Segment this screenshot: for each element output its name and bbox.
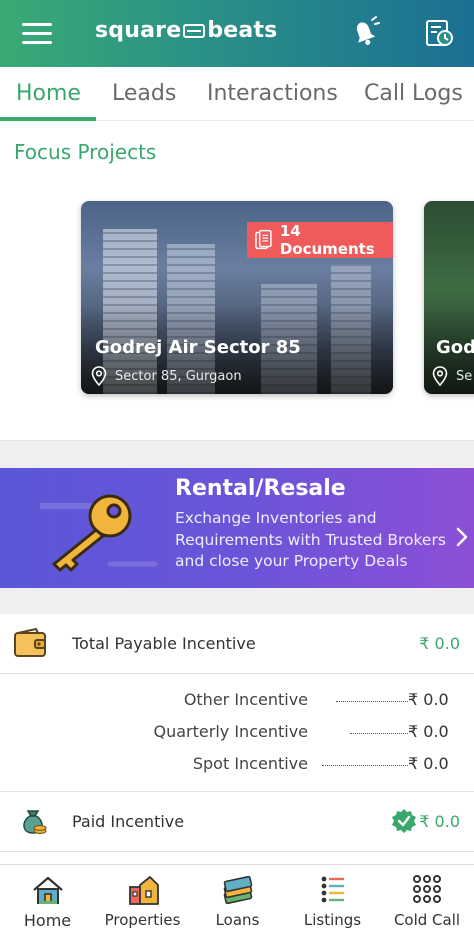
menu-icon[interactable] xyxy=(22,23,52,45)
logo-text-right: beats xyxy=(207,18,278,43)
incentive-value: ₹ 0.0 xyxy=(408,754,449,773)
project-location-text: Sector 85, Gurgaon xyxy=(115,368,242,384)
paid-incentive-value: ₹ 0.0 xyxy=(419,812,460,831)
wallet-icon xyxy=(14,628,46,657)
history-clock-icon[interactable] xyxy=(421,14,457,50)
tab-bar: Home Leads Interactions Call Logs xyxy=(0,67,474,121)
nav-label: Loans xyxy=(215,911,260,929)
paid-incentive-row[interactable]: Paid Incentive ₹ 0.0 xyxy=(0,792,474,852)
nav-properties[interactable]: Properties xyxy=(95,865,190,948)
incentive-row-other: Other Incentive ₹ 0.0 xyxy=(0,690,474,714)
banner-description: Exchange Inventories and Requirements wi… xyxy=(175,509,446,570)
tab-home[interactable]: Home xyxy=(16,81,81,106)
bottom-navigation: Home Properties Loans Listings Cold Call xyxy=(0,864,474,948)
chevron-right-icon[interactable] xyxy=(455,526,469,548)
nav-cold-call[interactable]: Cold Call xyxy=(380,865,474,948)
incentive-breakdown: Other Incentive ₹ 0.0 Quarterly Incentiv… xyxy=(0,674,474,792)
total-payable-incentive-row[interactable]: Total Payable Incentive ₹ 0.0 xyxy=(0,614,474,674)
tab-leads[interactable]: Leads xyxy=(112,81,176,106)
project-name: Godrej Air Sector 85 xyxy=(95,337,301,358)
nav-listings[interactable]: Listings xyxy=(285,865,380,948)
tab-call-logs[interactable]: Call Logs xyxy=(364,81,463,106)
incentive-label: Quarterly Incentive xyxy=(153,722,308,741)
incentive-value: ₹ 0.0 xyxy=(408,722,449,741)
banner-title: Rental/Resale xyxy=(175,476,346,501)
money-bag-icon xyxy=(23,810,47,835)
total-payable-incentive-value: ₹ 0.0 xyxy=(419,634,460,653)
documents-badge[interactable]: 14 Documents xyxy=(247,222,393,258)
incentive-label: Spot Incentive xyxy=(192,754,308,773)
location-pin-icon xyxy=(91,366,107,386)
properties-icon xyxy=(128,876,159,905)
project-name: God xyxy=(436,337,474,358)
location-pin-icon xyxy=(432,366,448,386)
section-title-focus-projects: Focus Projects xyxy=(14,140,157,164)
list-icon xyxy=(321,876,344,903)
house-icon xyxy=(32,876,63,904)
tab-interactions[interactable]: Interactions xyxy=(207,81,338,106)
project-card[interactable]: 14 Documents Godrej Air Sector 85 Sector… xyxy=(81,201,393,394)
notification-bell-icon[interactable] xyxy=(346,14,382,50)
project-card[interactable]: God Se xyxy=(424,201,474,394)
paid-incentive-label: Paid Incentive xyxy=(72,812,185,831)
incentive-value: ₹ 0.0 xyxy=(408,690,449,709)
total-payable-incentive-label: Total Payable Incentive xyxy=(72,634,256,653)
incentive-row-spot: Spot Incentive ₹ 0.0 xyxy=(0,754,474,778)
app-header: square beats xyxy=(0,0,474,67)
verified-check-icon xyxy=(392,809,416,833)
nav-home[interactable]: Home xyxy=(0,865,95,948)
documents-count: 14 Documents xyxy=(279,222,375,258)
active-tab-indicator xyxy=(0,117,96,121)
key-icon xyxy=(40,494,158,572)
nav-loans[interactable]: Loans xyxy=(190,865,285,948)
section-divider xyxy=(0,588,474,614)
logo-mark-icon xyxy=(183,23,206,38)
project-location: Se xyxy=(432,366,472,386)
nav-label: Cold Call xyxy=(393,911,461,929)
documents-icon xyxy=(255,229,272,250)
logo-text-left: square xyxy=(95,18,182,43)
app-logo: square beats xyxy=(95,18,277,43)
nav-label: Listings xyxy=(303,911,362,929)
dialpad-icon xyxy=(413,875,441,903)
incentive-row-quarterly: Quarterly Incentive ₹ 0.0 xyxy=(0,722,474,746)
nav-label: Properties xyxy=(104,911,181,929)
project-location: Sector 85, Gurgaon xyxy=(91,366,242,386)
rental-resale-banner[interactable]: Rental/Resale Exchange Inventories and R… xyxy=(0,468,474,588)
project-location-text: Se xyxy=(456,368,473,384)
nav-label: Home xyxy=(23,911,72,930)
section-divider xyxy=(0,440,474,468)
cash-stack-icon xyxy=(223,875,252,905)
incentive-label: Other Incentive xyxy=(183,690,308,709)
